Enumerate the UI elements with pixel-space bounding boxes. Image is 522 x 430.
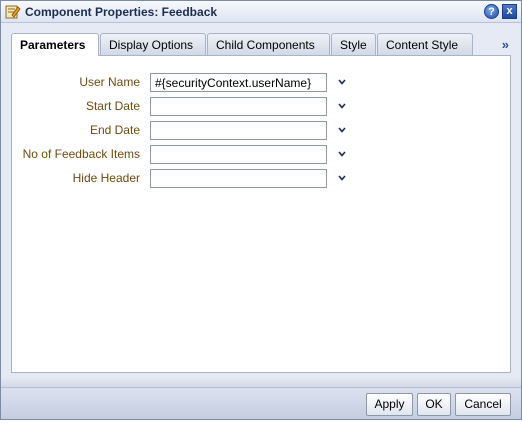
field-label: Hide Header: [72, 171, 140, 185]
end-date-input[interactable]: [150, 121, 327, 140]
chevron-down-icon[interactable]: [336, 148, 348, 160]
field-label: Start Date: [85, 99, 140, 113]
parameters-panel: User Name #{securityContext.userName} St…: [11, 55, 511, 373]
tab-child-components[interactable]: Child Components: [207, 33, 330, 55]
close-icon[interactable]: x: [502, 4, 517, 19]
tab-display-options[interactable]: Display Options: [100, 33, 206, 55]
dialog-title: Component Properties: Feedback: [25, 5, 218, 19]
user-name-input[interactable]: #{securityContext.userName}: [150, 73, 327, 92]
dialog-footer: Apply OK Cancel: [1, 387, 521, 419]
cancel-button[interactable]: Cancel: [455, 393, 511, 416]
component-properties-dialog: Component Properties: Feedback ? x Param…: [0, 0, 522, 420]
chevron-down-icon[interactable]: [336, 172, 348, 184]
apply-button[interactable]: Apply: [366, 393, 413, 416]
field-row-feedback-items: No of Feedback Items: [12, 145, 512, 165]
chevron-down-icon[interactable]: [336, 76, 348, 88]
field-label: No of Feedback Items: [22, 147, 140, 161]
help-icon[interactable]: ?: [484, 4, 499, 19]
field-row-start-date: Start Date: [12, 97, 512, 117]
chevron-down-icon[interactable]: [336, 124, 348, 136]
field-label: User Name: [79, 75, 140, 89]
hide-header-input[interactable]: [150, 169, 327, 188]
start-date-input[interactable]: [150, 97, 327, 116]
field-row-hide-header: Hide Header: [12, 169, 512, 189]
tab-parameters[interactable]: Parameters: [11, 33, 99, 56]
tab-style[interactable]: Style: [331, 33, 376, 55]
tab-content-style[interactable]: Content Style: [377, 33, 473, 55]
field-row-user-name: User Name #{securityContext.userName}: [12, 73, 512, 93]
ok-button[interactable]: OK: [417, 393, 451, 416]
chevron-down-icon[interactable]: [336, 100, 348, 112]
panel-divider: [1, 377, 521, 387]
component-properties-icon: [5, 4, 21, 20]
tab-strip: Parameters Display Options Child Compone…: [1, 23, 521, 56]
field-label: End Date: [89, 123, 140, 137]
field-row-end-date: End Date: [12, 121, 512, 141]
feedback-items-input[interactable]: [150, 145, 327, 164]
tabs-overflow-icon[interactable]: »: [502, 37, 509, 52]
title-bar[interactable]: Component Properties: Feedback ? x: [1, 1, 521, 23]
